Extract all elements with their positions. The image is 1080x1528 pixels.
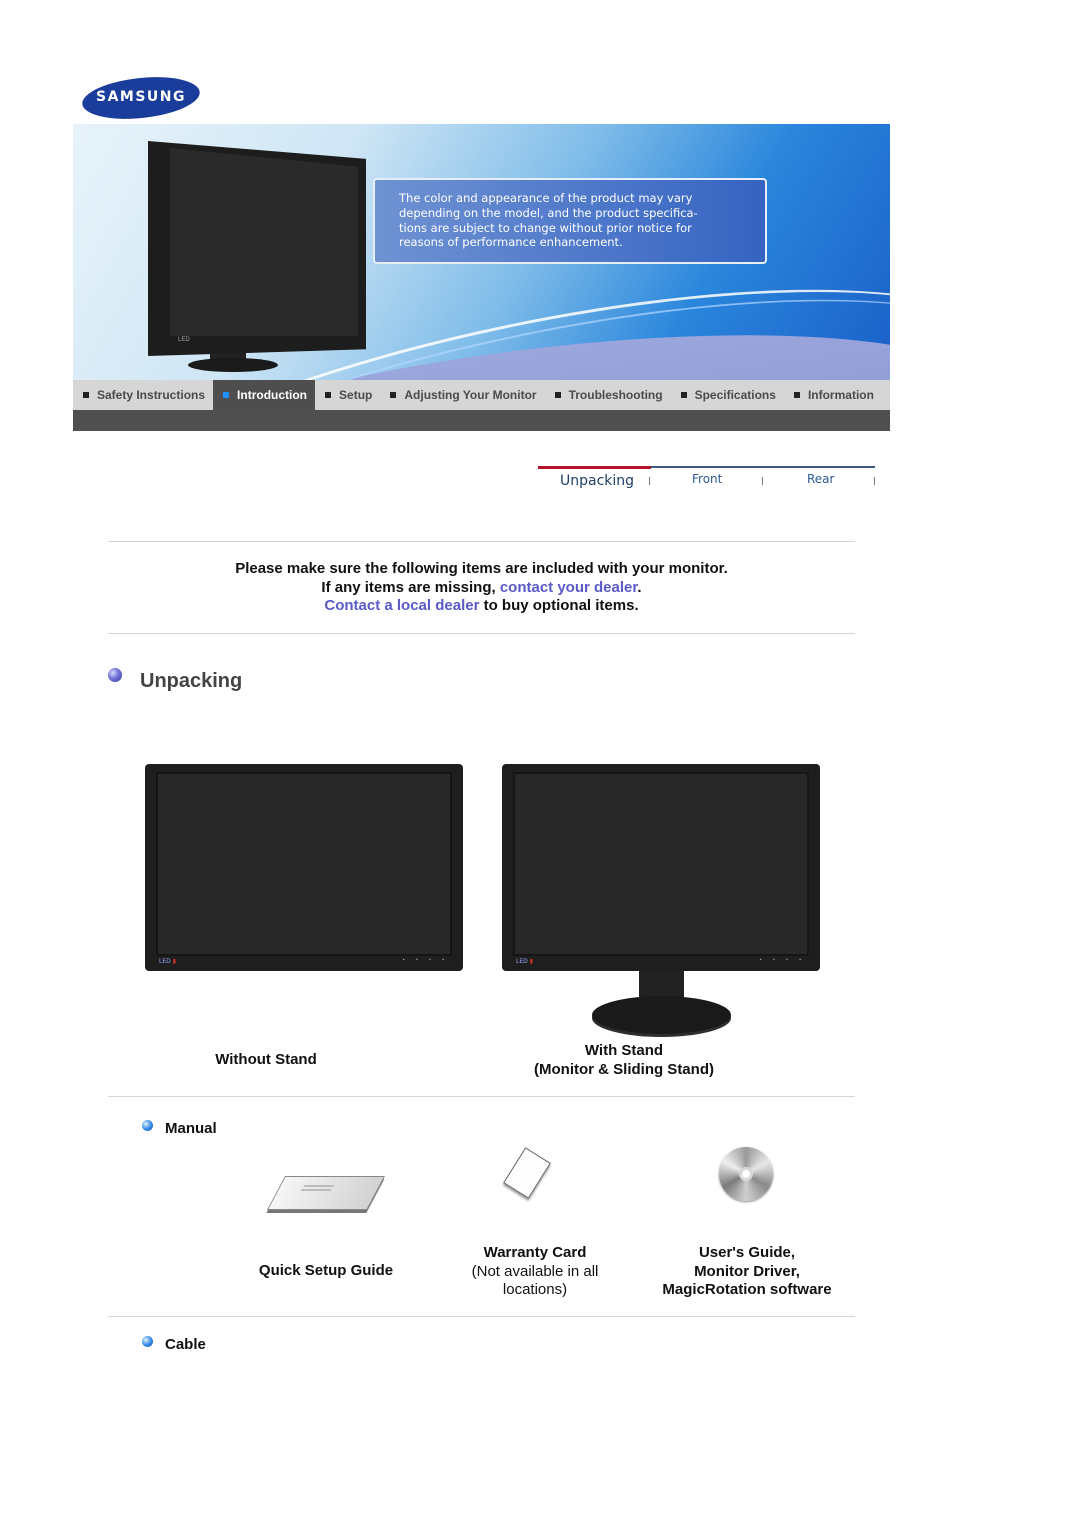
notice-line: depending on the model, and the product …: [399, 205, 698, 220]
sphere-bullet-icon: [142, 1120, 153, 1131]
nav-label: Introduction: [237, 388, 308, 402]
monitor-screen: [156, 772, 452, 956]
intro-text-segment: to buy optional items.: [479, 597, 639, 614]
nav-label: Specifications: [694, 388, 776, 402]
intro-line-2: If any items are missing, contact your d…: [108, 579, 855, 598]
cable-heading: Cable: [142, 1336, 206, 1353]
caption-quick-setup-guide: Quick Setup Guide: [236, 1262, 416, 1281]
intro-line-1: Please make sure the following items are…: [235, 560, 728, 577]
monitor-led-label: LED ▮: [159, 958, 176, 965]
nav-item-specifications[interactable]: Specifications: [671, 380, 784, 410]
nav-label: Safety Instructions: [97, 388, 206, 402]
intro-text: Please make sure the following items are…: [108, 560, 855, 616]
notice-line: reasons of performance enhancement.: [399, 235, 623, 250]
booklet-text-line: [303, 1185, 335, 1187]
intro-text-segment: .: [637, 578, 642, 596]
nav-item-troubleshooting[interactable]: Troubleshooting: [545, 380, 671, 410]
caption-line: MagicRotation software: [662, 1281, 832, 1298]
contact-your-dealer-link[interactable]: contact your dealer: [500, 579, 638, 596]
caption-line: User's Guide,: [698, 1244, 796, 1261]
manual-heading-text: Manual: [165, 1120, 217, 1137]
nav-label: Adjusting Your Monitor: [404, 388, 537, 402]
tab-separator: [649, 477, 650, 485]
stand-base: [592, 996, 731, 1034]
manual-heading: Manual: [142, 1120, 217, 1137]
sphere-bullet-icon: [142, 1336, 153, 1347]
header-banner: LED The color and appearance of the prod…: [73, 124, 890, 380]
nav-label: Setup: [339, 388, 373, 402]
intro-text-segment: If any items are missing,: [321, 578, 500, 596]
tab-front[interactable]: Front: [692, 472, 722, 486]
samsung-logo[interactable]: SAMSUNG: [80, 71, 202, 125]
caption-without-stand: Without Stand: [215, 1051, 317, 1068]
notice-line: The color and appearance of the product …: [399, 191, 693, 205]
monitor-screen: [170, 148, 358, 336]
sub-tabs: Unpacking Front Rear: [538, 465, 875, 496]
square-bullet-icon: [223, 392, 230, 398]
caption-users-guide: User's Guide, Monitor Driver, MagicRotat…: [640, 1244, 854, 1300]
nav-label: Information: [807, 388, 874, 402]
booklet-icon: [266, 1172, 386, 1216]
square-bullet-icon: [390, 392, 397, 398]
nav-item-safety-instructions[interactable]: Safety Instructions: [73, 380, 213, 410]
caption-line: Quick Setup Guide: [258, 1262, 394, 1279]
contact-local-dealer-link[interactable]: Contact a local dealer: [324, 597, 479, 614]
notice-line: tions are subject to change without prio…: [399, 220, 692, 235]
main-nav: Safety Instructions Introduction Setup A…: [73, 380, 890, 410]
caption-with-stand: With Stand (Monitor & Sliding Stand): [495, 1042, 753, 1079]
divider: [108, 541, 855, 542]
nav-item-information[interactable]: Information: [784, 380, 882, 410]
caption-line: (Monitor & Sliding Stand): [534, 1060, 714, 1078]
banner-monitor-image: LED: [148, 132, 366, 372]
tab-rear[interactable]: Rear: [807, 472, 834, 486]
divider: [108, 633, 855, 634]
logo-text: SAMSUNG: [95, 89, 186, 105]
caption-line: With Stand: [584, 1042, 664, 1059]
monitor-led-label: LED: [178, 337, 190, 343]
monitor-led-label: LED ▮: [516, 958, 533, 965]
active-tab-indicator: [538, 465, 651, 469]
monitor-buttons: ▪ • • ▪: [759, 957, 806, 963]
warranty-card-icon: [503, 1147, 551, 1199]
square-bullet-icon: [793, 392, 800, 398]
caption-line: Warranty Card: [483, 1244, 587, 1261]
divider: [108, 1096, 855, 1097]
nav-sub-bar: [73, 410, 890, 431]
divider: [108, 1316, 855, 1317]
booklet-text-line: [300, 1189, 332, 1191]
caption-line: (Not available in all: [471, 1262, 599, 1280]
square-bullet-icon: [680, 392, 687, 398]
monitor-without-stand-image: LED ▮ ▪ • • ▪: [145, 764, 463, 971]
tab-separator: [762, 477, 763, 485]
tab-unpacking[interactable]: Unpacking: [560, 473, 634, 489]
square-bullet-icon: [325, 392, 332, 398]
cable-heading-text: Cable: [165, 1336, 206, 1353]
cd-icon: [719, 1147, 773, 1201]
monitor-with-stand-image: LED ▮ ▪ • • ▪: [502, 764, 820, 971]
caption-line: locations): [502, 1281, 568, 1298]
tab-separator: [874, 477, 875, 485]
booklet-page: [266, 1176, 386, 1210]
section-title: Unpacking: [140, 670, 243, 692]
nav-label: Troubleshooting: [568, 388, 663, 402]
square-bullet-icon: [554, 392, 561, 398]
product-notice-box: The color and appearance of the product …: [373, 178, 767, 264]
nav-item-setup[interactable]: Setup: [315, 380, 380, 410]
monitor-buttons: ▪ • • ▪: [402, 957, 449, 963]
monitor-screen: [513, 772, 809, 956]
intro-line-3: Contact a local dealer to buy optional i…: [108, 597, 855, 616]
caption-line: Monitor Driver,: [694, 1262, 800, 1280]
nav-item-introduction[interactable]: Introduction: [213, 380, 316, 410]
nav-item-adjusting-your-monitor[interactable]: Adjusting Your Monitor: [380, 380, 544, 410]
monitor-foot: [188, 358, 278, 372]
sphere-bullet-icon: [108, 667, 122, 682]
section-heading: Unpacking: [108, 667, 243, 693]
square-bullet-icon: [83, 392, 89, 398]
caption-warranty-card: Warranty Card (Not available in all loca…: [440, 1244, 630, 1300]
cd-hole: [739, 1167, 753, 1181]
